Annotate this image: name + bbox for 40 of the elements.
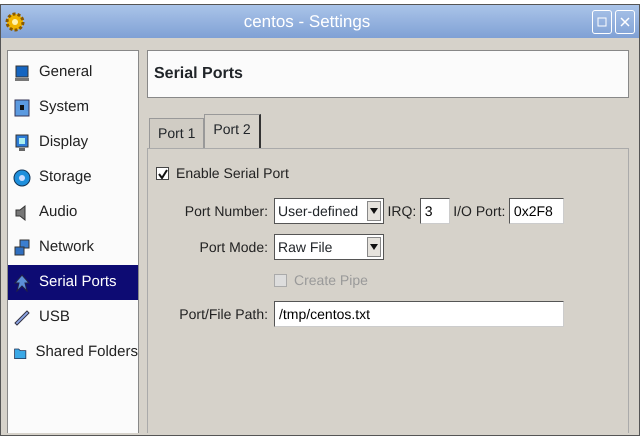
chip-icon: [13, 98, 31, 116]
monitor-icon: [13, 64, 31, 82]
tab[interactable]: Port 1: [149, 118, 204, 148]
field-label: IRQ:: [388, 202, 416, 221]
checkbox-label: Enable Serial Port: [176, 164, 289, 183]
display-icon: [13, 134, 31, 152]
sidebar-item[interactable]: System: [8, 90, 138, 125]
field-label: Port Mode:: [198, 238, 268, 256]
irq-field[interactable]: 3: [420, 198, 450, 224]
gear-icon: [5, 12, 25, 32]
sidebar-item[interactable]: Serial Ports: [8, 265, 138, 300]
field-label: Port Number:: [184, 202, 268, 220]
maximize-button[interactable]: [592, 10, 612, 34]
sidebar-item[interactable]: USB: [8, 300, 138, 335]
checkmark-icon: [158, 168, 168, 178]
field-label: Port/File Path:: [178, 304, 268, 324]
sidebar-item[interactable]: Network: [8, 230, 138, 265]
sidebar-item[interactable]: General: [8, 55, 138, 90]
sidebar-item[interactable]: Storage: [8, 160, 138, 195]
network-icon: [13, 238, 31, 256]
checkbox-label: Create Pipe: [294, 271, 368, 290]
serial-port-icon: [13, 274, 31, 292]
caret-icon: [370, 208, 378, 214]
io-port-field[interactable]: 0x2F8: [508, 198, 564, 224]
checkbox[interactable]: [156, 167, 169, 180]
path-field[interactable]: /tmp/centos.txt: [274, 301, 564, 327]
maximize-icon: [597, 16, 607, 26]
close-button[interactable]: [615, 10, 635, 34]
page-title: Serial Ports: [147, 50, 629, 98]
tab[interactable]: Port 2: [204, 114, 261, 148]
window-title: centos - Settings: [242, 10, 372, 33]
sidebar-item[interactable]: Display: [8, 125, 138, 160]
dropdown[interactable]: Raw File: [274, 234, 384, 260]
dropdown[interactable]: User-defined: [274, 198, 384, 224]
sidebar-item[interactable]: Audio: [8, 195, 138, 230]
sidebar-item[interactable]: Shared Folders: [8, 335, 138, 370]
field-label: I/O Port:: [453, 202, 506, 220]
disc-icon: [13, 168, 31, 186]
caret-icon: [370, 244, 378, 250]
close-icon: [620, 16, 630, 26]
